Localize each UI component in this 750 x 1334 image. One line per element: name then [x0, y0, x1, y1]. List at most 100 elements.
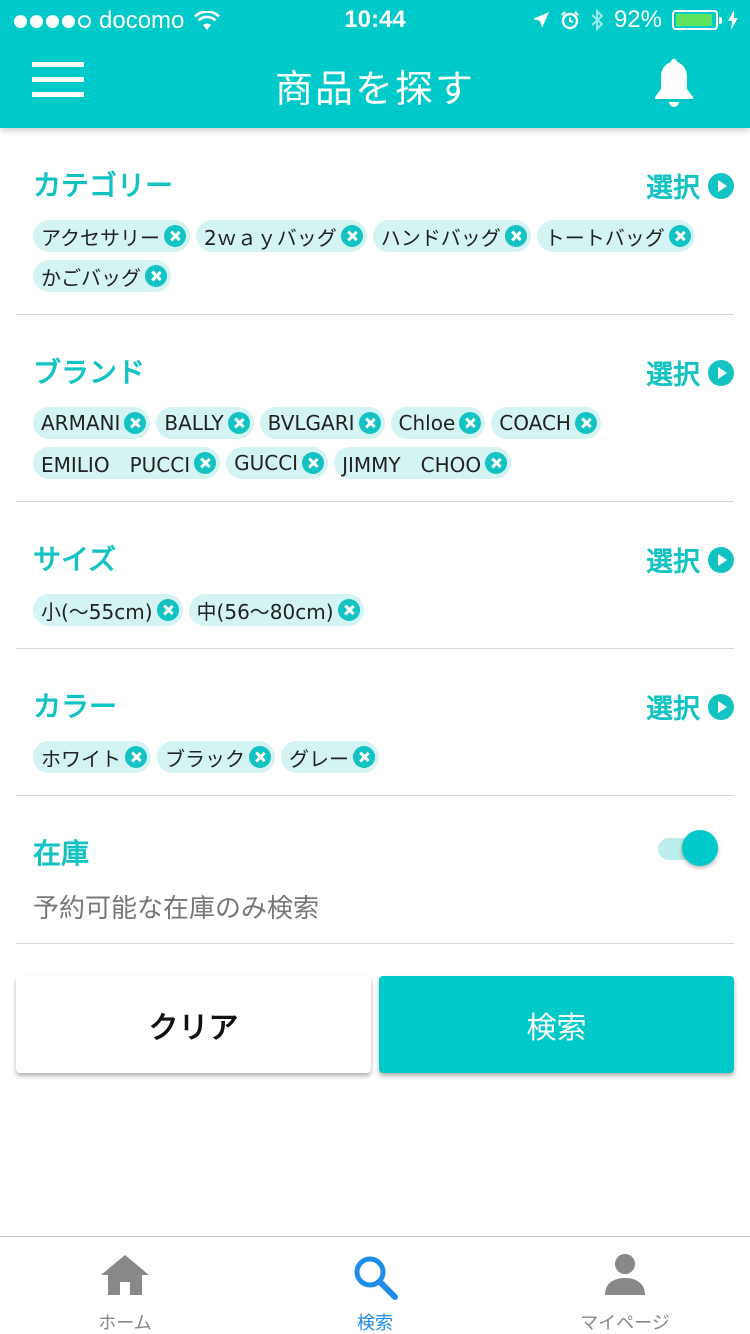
remove-chip-icon[interactable]	[249, 746, 271, 768]
search-icon	[354, 1256, 398, 1300]
filter-chip: ホワイト	[33, 741, 151, 773]
section-title: 在庫	[33, 837, 90, 870]
select-label: 選択	[646, 360, 700, 391]
section-category: カテゴリー 選択 アクセサリー 2ｗａｙバッグ ハンドバッグ トートバッグかごバッグ	[16, 128, 734, 315]
chip-label: JIMMY CHOO	[342, 452, 482, 477]
tab-mypage[interactable]: マイページ	[500, 1237, 750, 1334]
size-select-link[interactable]: 選択	[646, 540, 734, 579]
remove-chip-icon[interactable]	[227, 412, 250, 434]
category-select-link[interactable]: 選択	[646, 166, 734, 205]
play-circle-icon	[708, 359, 734, 386]
remove-chip-icon[interactable]	[485, 452, 508, 474]
battery-percent: 92%	[613, 6, 662, 33]
chip-label: COACH	[499, 411, 571, 435]
filter-chip: EMILIO PUCCI	[33, 447, 221, 479]
filter-chip: ブラック	[157, 741, 275, 773]
chip-label: ハンドバッグ	[380, 225, 501, 250]
app-header: docomo 10:44 92% 商品を探す	[0, 0, 750, 128]
remove-chip-icon[interactable]	[459, 412, 482, 434]
person-icon	[605, 1254, 645, 1295]
remove-chip-icon[interactable]	[194, 452, 217, 474]
remove-chip-icon[interactable]	[337, 599, 360, 621]
filter-chip: COACH	[491, 407, 601, 439]
brand-select-link[interactable]: 選択	[646, 353, 734, 392]
chip-label: EMILIO PUCCI	[41, 452, 191, 477]
nav-bar: 商品を探す	[0, 40, 750, 128]
chip-list: ホワイト ブラック グレー	[33, 741, 713, 773]
section-title: ブランド	[33, 356, 146, 389]
chip-label: 小(〜55cm)	[41, 599, 153, 624]
remove-chip-icon[interactable]	[124, 412, 147, 434]
select-label: 選択	[646, 547, 700, 578]
color-select-link[interactable]: 選択	[646, 687, 734, 726]
alarm-clock-icon	[561, 11, 579, 30]
filter-chip: BALLY	[156, 407, 254, 439]
filter-chip: アクセサリー	[33, 220, 190, 252]
search-filters: カテゴリー 選択 アクセサリー 2ｗａｙバッグ ハンドバッグ トートバッグ かごバッグ …	[0, 128, 750, 944]
bell-icon[interactable]	[650, 56, 698, 112]
select-label: 選択	[646, 694, 700, 725]
remove-chip-icon[interactable]	[574, 412, 597, 434]
section-brand: ブランド 選択 ARMANI BALLY BVLGARI Chloe COACH EMIL…	[16, 315, 734, 502]
bluetooth-icon	[591, 9, 604, 31]
remove-chip-icon[interactable]	[164, 225, 186, 247]
status-bar: docomo 10:44 92%	[0, 0, 750, 40]
tab-search[interactable]: 検索	[250, 1237, 500, 1334]
chip-label: かごバッグ	[41, 265, 141, 290]
chip-label: トートバッグ	[544, 225, 665, 250]
section-title: カラー	[33, 690, 118, 723]
battery-icon	[672, 10, 722, 30]
chip-label: BALLY	[164, 411, 224, 435]
chip-label: ARMANI	[41, 411, 121, 435]
chip-list: 小(〜55cm) 中(56〜80cm)	[33, 594, 713, 626]
chip-label: Chloe	[398, 411, 456, 435]
chip-label: 2ｗａｙバッグ	[204, 225, 337, 250]
chip-label: グレー	[289, 746, 349, 771]
filter-chip: トートバッグ	[536, 220, 695, 252]
filter-chip: かごバッグ	[33, 260, 171, 292]
chip-label: ブラック	[165, 746, 245, 771]
remove-chip-icon[interactable]	[302, 452, 325, 474]
filter-chip: 中(56〜80cm)	[188, 594, 364, 626]
stock-description: 予約可能な在庫のみ検索	[33, 894, 320, 924]
remove-chip-icon[interactable]	[340, 225, 363, 247]
remove-chip-icon[interactable]	[668, 225, 691, 247]
stock-toggle[interactable]	[658, 828, 718, 868]
remove-chip-icon[interactable]	[145, 265, 167, 287]
chip-label: BVLGARI	[267, 411, 355, 435]
remove-chip-icon[interactable]	[353, 746, 375, 768]
filter-chip: Chloe	[390, 407, 486, 439]
section-stock: 在庫 予約可能な在庫のみ検索	[16, 796, 734, 944]
remove-chip-icon[interactable]	[358, 412, 381, 434]
home-icon	[101, 1255, 149, 1295]
chip-list: アクセサリー 2ｗａｙバッグ ハンドバッグ トートバッグかごバッグ	[33, 220, 713, 292]
page-title: 商品を探す	[274, 67, 475, 111]
filter-chip: 小(〜55cm)	[33, 594, 183, 626]
filter-chip: 2ｗａｙバッグ	[196, 220, 367, 252]
section-title: サイズ	[33, 543, 117, 576]
chip-label: GUCCI	[234, 451, 299, 475]
filter-chip: BVLGARI	[259, 407, 385, 439]
remove-chip-icon[interactable]	[156, 599, 179, 621]
search-button[interactable]: 検索	[379, 976, 734, 1073]
section-color: カラー 選択 ホワイト ブラック グレー	[16, 649, 734, 796]
location-arrow-icon	[532, 12, 549, 28]
remove-chip-icon[interactable]	[504, 225, 527, 247]
filter-chip: グレー	[281, 741, 379, 773]
clear-button[interactable]: クリア	[16, 976, 371, 1073]
select-label: 選択	[646, 173, 700, 204]
section-size: サイズ 選択 小(〜55cm) 中(56〜80cm)	[16, 502, 734, 649]
play-circle-icon	[708, 172, 734, 199]
play-circle-icon	[708, 693, 734, 720]
chip-label: アクセサリー	[41, 225, 160, 250]
remove-chip-icon[interactable]	[125, 746, 147, 768]
filter-chip: ARMANI	[33, 407, 151, 439]
charging-bolt-icon	[728, 10, 738, 30]
tab-home[interactable]: ホーム	[0, 1237, 250, 1334]
tab-label: ホーム	[98, 1313, 152, 1334]
chip-label: 中(56〜80cm)	[196, 599, 334, 624]
section-title: カテゴリー	[33, 169, 174, 202]
filter-chip: JIMMY CHOO	[334, 447, 512, 479]
tab-label: 検索	[357, 1313, 393, 1334]
filter-chip: GUCCI	[226, 447, 329, 479]
